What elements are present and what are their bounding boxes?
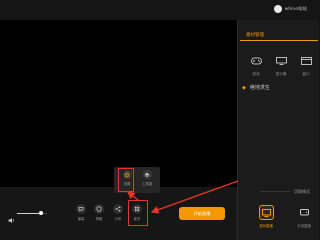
highlight-settings-box [118, 168, 134, 192]
tab-material-label: 素材管理 [246, 33, 264, 38]
shield-icon [94, 204, 104, 214]
speaker-icon[interactable] [8, 209, 15, 228]
source-monitor-label: 显示器 [275, 72, 287, 76]
popup-toolbox[interactable]: 工具箱 [139, 170, 155, 186]
tv-icon [258, 205, 274, 220]
phone-icon [297, 205, 312, 220]
tool-shield[interactable]: 屏蔽 [92, 204, 106, 221]
username: whine站站 [284, 7, 307, 12]
material-panel: 素材管理 游戏 显示器 窗口 ◆ 绝地求生 切换模式 游戏直播 手游直播 [237, 20, 319, 240]
volume-knob[interactable] [39, 211, 43, 215]
source-window[interactable]: 窗口 [296, 50, 316, 77]
scene-dot-icon: ◆ [242, 84, 246, 91]
source-game-label: 游戏 [252, 72, 260, 76]
tab-material-management[interactable]: 素材管理 [240, 30, 318, 40]
divider [260, 191, 290, 192]
monitor-icon [275, 50, 287, 69]
scene-name: 绝地求生 [249, 85, 270, 91]
highlight-more-box [128, 200, 148, 226]
tab-underline [240, 40, 318, 41]
source-window-label: 窗口 [302, 72, 310, 76]
gamepad-icon [250, 50, 262, 69]
mode-game-live-label: 游戏直播 [259, 224, 273, 228]
tool-bullet-chat[interactable]: 弹幕 [74, 204, 88, 221]
scene-item[interactable]: ◆ 绝地求生 [242, 84, 270, 92]
mode-mobile-live[interactable]: 手游直播 [293, 205, 315, 228]
volume-fill [17, 213, 41, 214]
user-info[interactable]: whine站站 [273, 5, 307, 13]
top-bar: whine站站 [0, 0, 319, 20]
tool-share[interactable]: 分享 [111, 204, 125, 221]
toolbox-icon [142, 170, 152, 179]
bullet-chat-icon [76, 204, 86, 214]
mode-mobile-live-label: 手游直播 [297, 224, 311, 228]
source-monitor[interactable]: 显示器 [271, 50, 291, 77]
tool-shield-label: 屏蔽 [95, 217, 103, 221]
source-game[interactable]: 游戏 [246, 50, 266, 77]
switch-mode-label: 切换模式 [294, 189, 310, 194]
start-live-button[interactable]: 开始直播 [179, 207, 225, 220]
tool-bullet-chat-label: 弹幕 [77, 217, 85, 221]
popup-toolbox-label: 工具箱 [141, 182, 153, 186]
start-live-label: 开始直播 [193, 210, 211, 216]
avatar-icon [273, 5, 282, 13]
share-icon [113, 204, 123, 214]
live-preview [0, 20, 237, 187]
window-icon [300, 50, 312, 69]
tool-share-label: 分享 [114, 217, 122, 221]
mode-game-live[interactable]: 游戏直播 [255, 205, 277, 228]
